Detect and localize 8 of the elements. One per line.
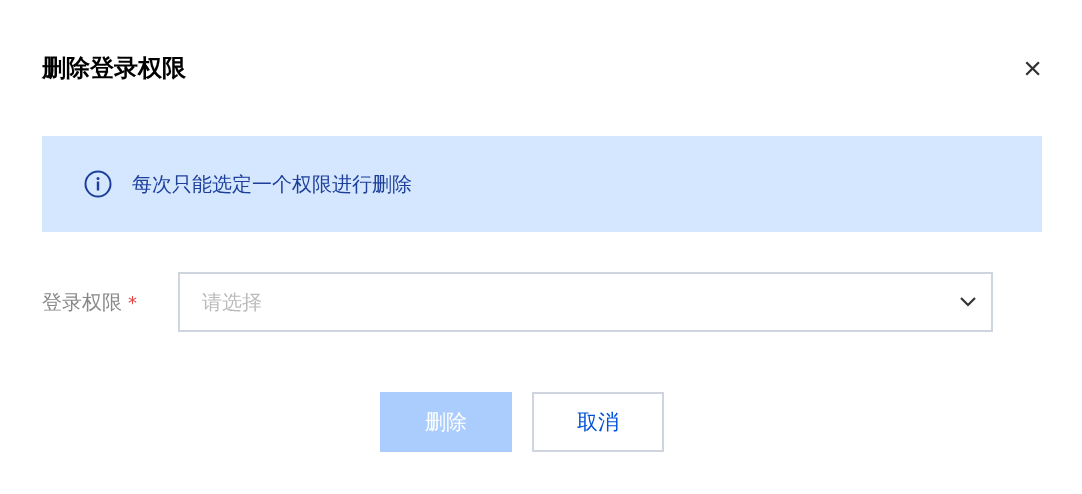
field-label: 登录权限 — [42, 288, 122, 316]
required-mark: * — [128, 291, 137, 313]
chevron-down-icon — [959, 296, 977, 308]
dialog-title: 删除登录权限 — [42, 53, 186, 84]
cancel-button[interactable]: 取消 — [532, 392, 664, 452]
close-button[interactable]: × — [1023, 52, 1042, 84]
info-text: 每次只能选定一个权限进行删除 — [132, 170, 412, 198]
info-icon — [84, 170, 112, 198]
